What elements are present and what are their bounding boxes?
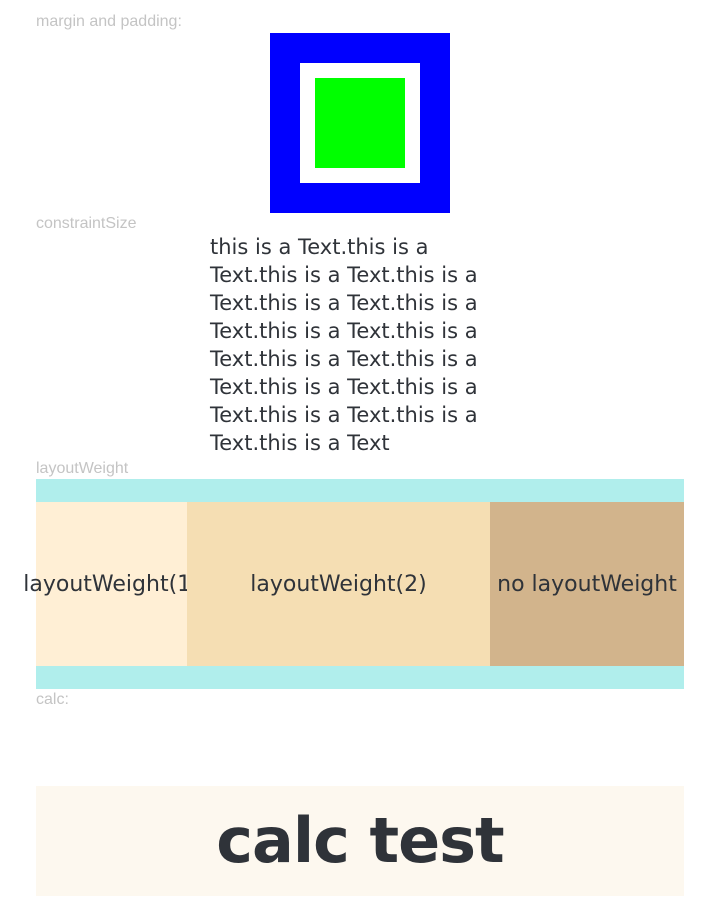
layout-weight-1-cell: layoutWeight(1) — [23, 502, 200, 666]
page: margin and padding: constraintSize this … — [0, 0, 720, 915]
margin-padding-middle-box — [300, 63, 420, 183]
no-layout-weight-cell: no layoutWeight — [490, 502, 684, 666]
constraint-size-label: constraintSize — [36, 215, 137, 232]
calc-label: calc: — [36, 691, 69, 708]
layout-weight-2-cell: layoutWeight(2) — [187, 502, 490, 666]
margin-padding-inner-box — [315, 78, 405, 168]
margin-padding-outer-box — [270, 33, 450, 213]
layout-weight-label: layoutWeight — [36, 460, 129, 477]
margin-padding-label: margin and padding: — [36, 13, 182, 30]
layout-weight-container: layoutWeight(1) layoutWeight(2) no layou… — [23, 479, 684, 689]
calc-test-text: calc test — [216, 804, 504, 877]
constraint-size-text: this is a Text.this is a Text.this is a … — [210, 235, 478, 455]
calc-test-box: calc test — [36, 786, 684, 896]
layout-weight-row: layoutWeight(1) layoutWeight(2) no layou… — [23, 502, 684, 666]
